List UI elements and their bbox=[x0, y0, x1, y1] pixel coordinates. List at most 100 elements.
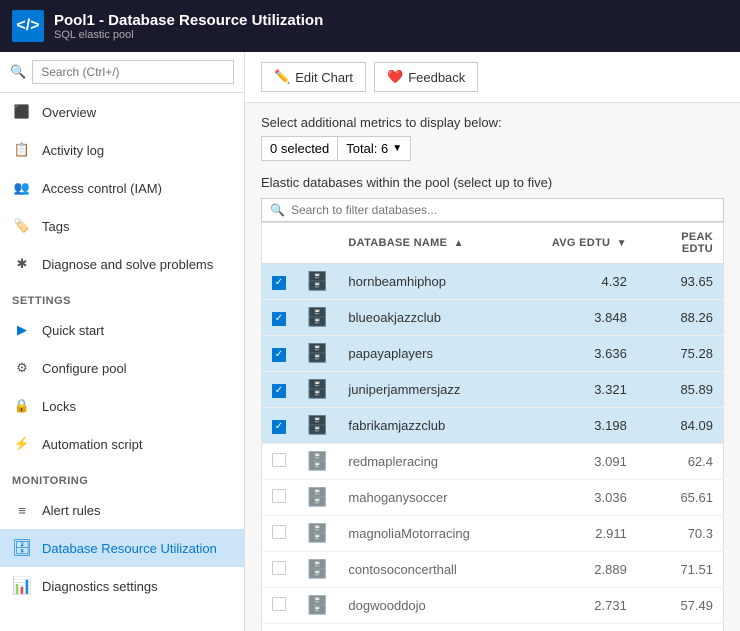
row-checkbox[interactable] bbox=[262, 624, 297, 631]
table-row[interactable]: 🗄️dogwooddojo2.73157.49 bbox=[262, 588, 724, 624]
search-icon: 🔍 bbox=[10, 64, 26, 80]
database-search-box[interactable]: 🔍 bbox=[261, 198, 724, 222]
sidebar-item-access-control[interactable]: 👥 Access control (IAM) bbox=[0, 169, 244, 207]
search-input[interactable] bbox=[32, 60, 234, 84]
database-icon: 🗄️ bbox=[306, 415, 328, 436]
pool-description-label: Elastic databases within the pool (selec… bbox=[261, 175, 724, 190]
table-row[interactable]: ✓ 🗄️ hornbeamhiphop4.3293.65 bbox=[262, 264, 724, 300]
db-name-cell: dogwooddojo bbox=[338, 588, 536, 624]
avg-edtu-cell: 2.647 bbox=[536, 624, 637, 631]
db-icon-cell: 🗄️ bbox=[296, 552, 338, 588]
avg-edtu-cell: 4.32 bbox=[536, 264, 637, 300]
toolbar: ✏️ Edit Chart ❤️ Feedback bbox=[245, 52, 740, 103]
sidebar-item-label: Diagnostics settings bbox=[42, 579, 158, 594]
checkbox-checked: ✓ bbox=[272, 420, 286, 434]
locks-icon: 🔒 bbox=[12, 396, 32, 416]
sidebar-item-label: Access control (IAM) bbox=[42, 181, 162, 196]
db-icon-cell: 🗄️ bbox=[296, 588, 338, 624]
sidebar-item-tags[interactable]: 🏷️ Tags bbox=[0, 207, 244, 245]
db-name-cell: hornbeamhiphop bbox=[338, 264, 536, 300]
sidebar-item-label: Alert rules bbox=[42, 503, 101, 518]
col-name-header[interactable]: DATABASE NAME ▲ bbox=[338, 223, 536, 264]
database-icon: 🗄️ bbox=[306, 379, 328, 400]
peak-edtu-cell: 84.09 bbox=[637, 408, 724, 444]
peak-edtu-cell: 75.28 bbox=[637, 336, 724, 372]
sidebar-item-activity-log[interactable]: 📋 Activity log bbox=[0, 131, 244, 169]
col-peak-header: PEAK EDTU bbox=[637, 223, 724, 264]
sidebar-item-alert-rules[interactable]: ≡ Alert rules bbox=[0, 491, 244, 529]
table-row[interactable]: ✓ 🗄️ papayaplayers3.63675.28 bbox=[262, 336, 724, 372]
access-icon: 👥 bbox=[12, 178, 32, 198]
sidebar-item-db-resource[interactable]: 🗄 Database Resource Utilization bbox=[0, 529, 244, 567]
database-icon: 🗄️ bbox=[306, 271, 328, 292]
db-icon-cell: 🗄️ bbox=[296, 264, 338, 300]
app-header: </> Pool1 - Database Resource Utilizatio… bbox=[0, 0, 740, 52]
db-icon-cell: 🗄️ bbox=[296, 480, 338, 516]
db-resource-icon: 🗄 bbox=[12, 538, 32, 558]
peak-edtu-cell: 65.61 bbox=[637, 480, 724, 516]
feedback-button[interactable]: ❤️ Feedback bbox=[374, 62, 478, 92]
sidebar-item-configure-pool[interactable]: ⚙ Configure pool bbox=[0, 349, 244, 387]
table-row[interactable]: 🗄️magnoliaMotorracing2.91170.3 bbox=[262, 516, 724, 552]
content-inner: Select additional metrics to display bel… bbox=[245, 103, 740, 631]
avg-edtu-cell: 3.636 bbox=[536, 336, 637, 372]
search-box[interactable]: 🔍 bbox=[0, 52, 244, 93]
row-checkbox[interactable] bbox=[262, 480, 297, 516]
db-icon-cell: 🗄️ bbox=[296, 372, 338, 408]
database-icon: 🗄️ bbox=[306, 343, 328, 364]
db-name-cell: fabrikamjazzclub bbox=[338, 408, 536, 444]
row-checkbox[interactable] bbox=[262, 552, 297, 588]
selected-count-box[interactable]: 0 selected bbox=[261, 136, 338, 161]
row-checkbox[interactable]: ✓ bbox=[262, 372, 297, 408]
row-checkbox[interactable] bbox=[262, 444, 297, 480]
table-row[interactable]: 🗄️mahoganysoccer3.03665.61 bbox=[262, 480, 724, 516]
database-table: DATABASE NAME ▲ AVG EDTU ▼ PEAK EDTU ✓🗄️… bbox=[261, 222, 724, 631]
sidebar-item-diagnostics[interactable]: 📊 Diagnostics settings bbox=[0, 567, 244, 605]
row-checkbox[interactable] bbox=[262, 588, 297, 624]
sidebar: 🔍 ⬛ Overview 📋 Activity log 👥 Access con… bbox=[0, 52, 245, 631]
col-avg-header[interactable]: AVG EDTU ▼ bbox=[536, 223, 637, 264]
db-icon-cell: 🗄️ bbox=[296, 300, 338, 336]
db-icon-cell: 🗄️ bbox=[296, 516, 338, 552]
sidebar-item-label: Overview bbox=[42, 105, 96, 120]
table-row[interactable]: 🗄️redmapleracing3.09162.4 bbox=[262, 444, 724, 480]
total-box[interactable]: Total: 6 ▼ bbox=[338, 136, 411, 161]
table-row[interactable]: ✓🗄️blueoakjazzclub3.84888.26 bbox=[262, 300, 724, 336]
avg-edtu-cell: 3.036 bbox=[536, 480, 637, 516]
row-checkbox[interactable]: ✓ bbox=[262, 264, 297, 300]
peak-edtu-cell: 70.3 bbox=[637, 516, 724, 552]
main-layout: 🔍 ⬛ Overview 📋 Activity log 👥 Access con… bbox=[0, 52, 740, 631]
peak-edtu-cell: 71.51 bbox=[637, 552, 724, 588]
diagnose-icon: ✱ bbox=[12, 254, 32, 274]
peak-edtu-cell: 93.65 bbox=[637, 264, 724, 300]
database-search-input[interactable] bbox=[291, 203, 715, 217]
sidebar-item-label: Quick start bbox=[42, 323, 104, 338]
checkbox-checked: ✓ bbox=[272, 348, 286, 362]
table-row[interactable]: ✓🗄️fabrikamjazzclub3.19884.09 bbox=[262, 408, 724, 444]
row-checkbox[interactable]: ✓ bbox=[262, 408, 297, 444]
sidebar-item-automation-script[interactable]: ⚡ Automation script bbox=[0, 425, 244, 463]
table-row[interactable]: 🗄️contosoconcerthall2.88971.51 bbox=[262, 552, 724, 588]
sidebar-item-label: Activity log bbox=[42, 143, 104, 158]
database-icon: 🗄️ bbox=[306, 523, 328, 544]
sidebar-item-locks[interactable]: 🔒 Locks bbox=[0, 387, 244, 425]
overview-icon: ⬛ bbox=[12, 102, 32, 122]
sidebar-item-quick-start[interactable]: ▶ Quick start bbox=[0, 311, 244, 349]
row-checkbox[interactable]: ✓ bbox=[262, 300, 297, 336]
avg-edtu-cell: 2.889 bbox=[536, 552, 637, 588]
checkbox-checked: ✓ bbox=[272, 384, 286, 398]
row-checkbox[interactable] bbox=[262, 516, 297, 552]
sidebar-item-overview[interactable]: ⬛ Overview bbox=[0, 93, 244, 131]
db-name-cell: blueoakjazzclub bbox=[338, 300, 536, 336]
db-name-cell: papayaplayers bbox=[338, 336, 536, 372]
table-row[interactable]: 🗄️osageopera2.64775.15 bbox=[262, 624, 724, 631]
edit-chart-button[interactable]: ✏️ Edit Chart bbox=[261, 62, 366, 92]
avg-edtu-cell: 3.321 bbox=[536, 372, 637, 408]
diagnostics-icon: 📊 bbox=[12, 576, 32, 596]
activity-icon: 📋 bbox=[12, 140, 32, 160]
sidebar-item-diagnose[interactable]: ✱ Diagnose and solve problems bbox=[0, 245, 244, 283]
row-checkbox[interactable]: ✓ bbox=[262, 336, 297, 372]
table-row[interactable]: ✓🗄️juniperjammersjazz3.32185.89 bbox=[262, 372, 724, 408]
sidebar-item-label: Diagnose and solve problems bbox=[42, 257, 213, 272]
avg-edtu-cell: 3.091 bbox=[536, 444, 637, 480]
